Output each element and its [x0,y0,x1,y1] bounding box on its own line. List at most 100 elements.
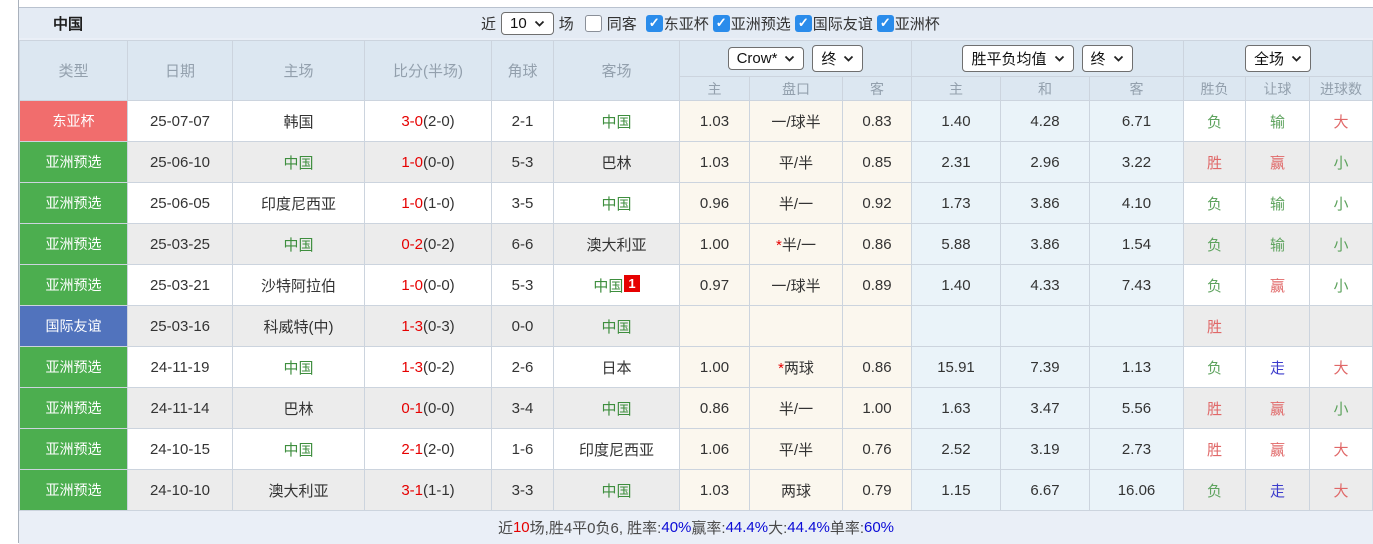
odds-company-header-cell: Crow* 终 [679,40,912,77]
cell-corner: 2-1 [491,100,554,142]
cell-away-team: 中国 [553,469,680,511]
halftime-score: (0-2) [423,358,455,376]
cell-avg-lose: 16.06 [1089,469,1184,511]
cell-result-handicap: 赢 [1245,387,1310,429]
chevron-down-icon [1291,55,1302,62]
cell-handicap: *两球 [749,346,843,388]
cell-odds-home: 1.00 [679,223,750,265]
footer-segment: 单率: [829,520,864,537]
cell-odds-home [679,305,750,347]
cell-score: 3-1(1-1) [364,469,492,511]
odds-company-select[interactable]: Crow* [727,47,805,70]
filter-checkbox[interactable]: ✓ [712,14,730,32]
cell-home-team: 中国 [232,346,365,388]
cell-corner: 1-6 [491,428,554,470]
away-team-name: 中国 [601,318,632,336]
cell-avg-win: 1.15 [911,469,1001,511]
cell-result-goals: 小 [1309,182,1373,224]
cell-date: 24-10-10 [127,469,233,511]
handicap-text: 两球 [783,359,814,377]
cell-odds-home: 0.86 [679,387,750,429]
cell-avg-lose: 2.73 [1089,428,1184,470]
cell-handicap: 两球 [749,469,843,511]
chevron-down-icon [844,55,854,62]
footer-segment: 40% [661,519,692,536]
cell-result-handicap: 输 [1245,223,1310,265]
competition-badge: 亚洲预选 [19,264,128,306]
cell-result-winlose: 负 [1183,346,1246,388]
competition-badge: 亚洲预选 [19,387,128,429]
filter-checkbox[interactable]: ✓ [794,14,812,32]
competition-badge: 亚洲预选 [19,346,128,388]
scope-select[interactable]: 全场 [1244,45,1311,72]
cell-avg-win: 1.63 [911,387,1001,429]
odds-time-select-1[interactable]: 终 [812,45,864,72]
cell-odds-away: 0.83 [842,100,912,142]
filter-checkbox[interactable]: ✓ [645,14,663,32]
cell-corner: 5-3 [491,141,554,183]
cell-away-team: 印度尼西亚 [553,428,680,470]
cell-corner: 6-6 [491,223,554,265]
handicap-text: 半/一 [778,195,814,213]
cell-odds-home: 1.03 [679,100,750,142]
handicap-text: 平/半 [778,441,814,459]
cell-odds-away: 0.86 [842,223,912,265]
recent-count-select[interactable]: 10 [501,11,554,35]
cell-odds-away [842,305,912,347]
cell-result-goals: 小 [1309,387,1373,429]
subcol-avg-home: 主 [911,76,1001,101]
away-team-name: 中国 [601,400,632,418]
col-header-home: 主场 [232,40,365,101]
cell-away-team: 中国 [553,305,680,347]
cell-avg-lose: 5.56 [1089,387,1184,429]
fulltime-score: 0-2 [401,235,423,253]
cell-date: 25-06-05 [127,182,233,224]
odds-time-select-2[interactable]: 终 [1081,45,1133,72]
handicap-text: 一/球半 [771,113,821,131]
chevron-down-icon [1113,55,1123,62]
cell-corner: 0-0 [491,305,554,347]
cell-avg-win: 1.40 [911,100,1001,142]
cell-avg-draw: 7.39 [1000,346,1090,388]
same-away-label: 同客 [606,15,637,33]
cell-result-goals: 小 [1309,141,1373,183]
cell-avg-lose: 3.22 [1089,141,1184,183]
halftime-score: (0-0) [423,276,455,294]
table-row: 亚洲预选 24-11-19 中国 1-3(0-2) 2-6 日本 1.00 *两球 0.86 15… [19,346,1373,388]
cell-odds-away: 0.92 [842,182,912,224]
halftime-score: (2-0) [423,440,455,458]
filter-checkbox[interactable]: ✓ [876,14,894,32]
cell-date: 24-11-19 [127,346,233,388]
away-team-name: 澳大利亚 [586,236,647,254]
subcol-result-handicap: 让球 [1245,76,1310,101]
cell-avg-draw [1000,305,1090,347]
cell-result-winlose: 负 [1183,223,1246,265]
away-note-badge: 1 [624,274,640,292]
col-header-score: 比分(半场) [364,40,492,101]
handicap-text: 平/半 [778,154,814,172]
subcol-handicap: 盘口 [749,76,843,101]
subcol-avg-away: 客 [1089,76,1184,101]
cell-avg-lose: 1.13 [1089,346,1184,388]
top-bar: 中国 近 10 场 同客 ✓ 东亚杯 ✓ 亚洲预选 ✓ 国际友谊 ✓ 亚洲杯 [19,7,1373,38]
cell-avg-win: 1.73 [911,182,1001,224]
cell-home-team: 中国 [232,223,365,265]
same-away-checkbox[interactable] [584,14,602,32]
match-table-wrap: 类型 日期 主场 比分(半场) 角球 客场 Crow* 终 胜平负均值 终 全场… [19,40,1373,511]
cell-odds-home: 1.03 [679,469,750,511]
cell-score: 1-3(0-2) [364,346,492,388]
table-row: 东亚杯 25-07-07 韩国 3-0(2-0) 2-1 中国 1.03 一/球半 0.83 1.… [19,100,1373,142]
avg-odds-select[interactable]: 胜平负均值 [962,45,1074,72]
cell-date: 25-03-16 [127,305,233,347]
cell-away-team: 中国 [553,182,680,224]
footer-segment: 60% [864,519,895,536]
cell-result-winlose: 胜 [1183,141,1246,183]
fulltime-score: 3-0 [401,112,423,130]
footer-segment: 赢率: [691,520,726,537]
competition-badge: 东亚杯 [19,100,128,142]
away-team-name: 中国 [601,113,632,131]
cell-away-team: 中国 1 [553,264,680,306]
filter-item: ✓ 东亚杯 [645,13,709,34]
col-header-type: 类型 [19,40,128,101]
cell-home-team: 澳大利亚 [232,469,365,511]
